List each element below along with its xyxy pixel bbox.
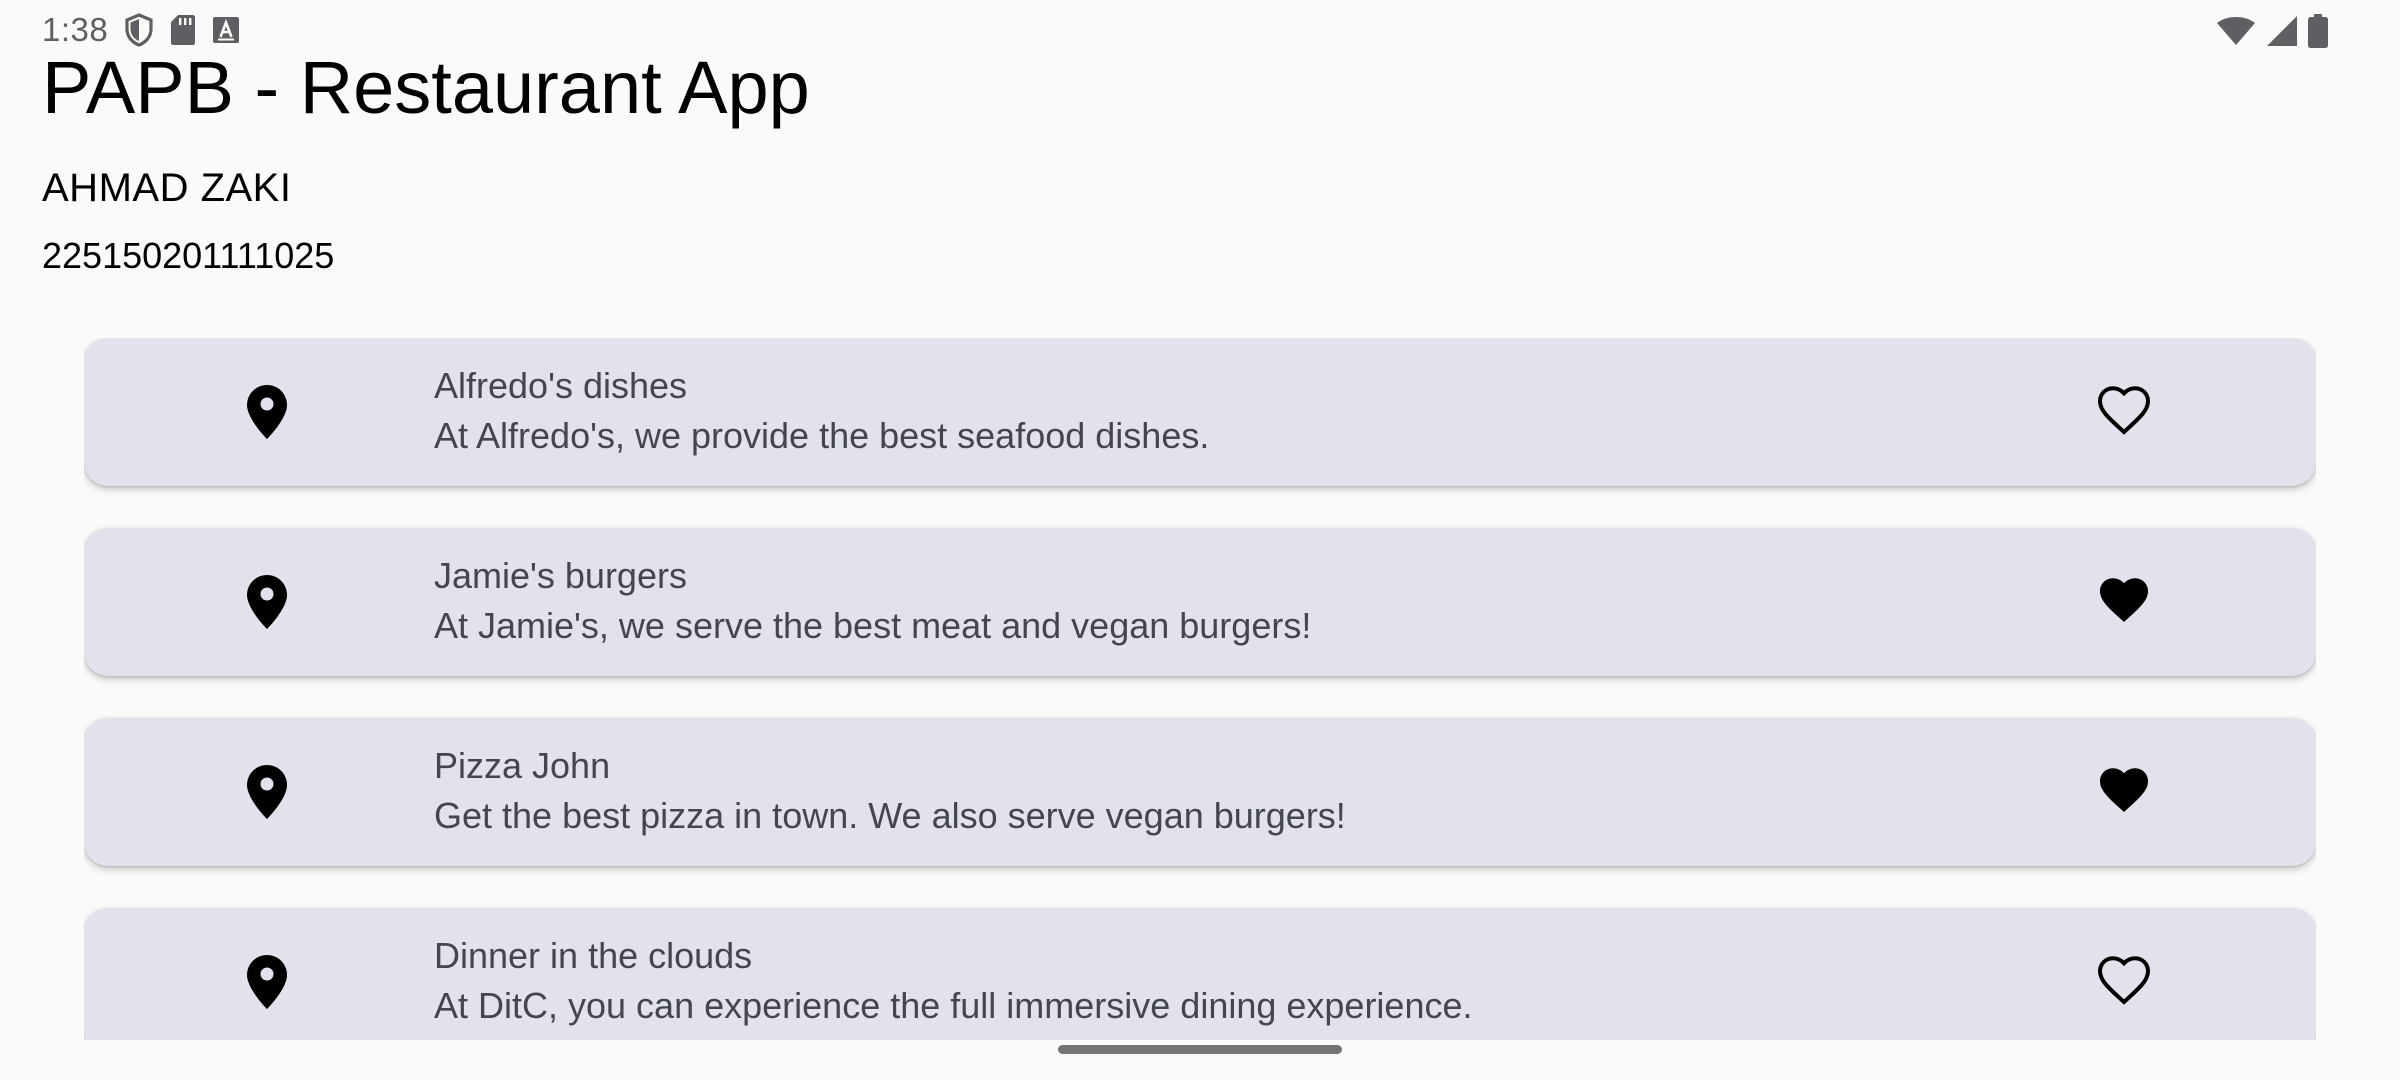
- shield-icon: [124, 13, 154, 47]
- favorite-outline-icon[interactable]: [2094, 382, 2154, 442]
- restaurant-description: At Alfredo's, we provide the best seafoo…: [434, 415, 1210, 456]
- restaurant-card[interactable]: Jamie's burgers At Jamie's, we serve the…: [84, 528, 2316, 676]
- restaurant-card[interactable]: Dinner in the clouds At DitC, you can ex…: [84, 908, 2316, 1040]
- restaurant-title: Jamie's burgers: [434, 555, 687, 596]
- restaurant-title: Dinner in the clouds: [434, 935, 753, 976]
- map-pin-icon: [246, 574, 288, 630]
- restaurant-title: Alfredo's dishes: [434, 365, 688, 406]
- map-pin-icon: [246, 764, 288, 820]
- restaurant-info: Jamie's burgers At Jamie's, we serve the…: [434, 552, 2084, 652]
- favorite-filled-icon[interactable]: [2094, 572, 2154, 632]
- restaurant-description: At Jamie's, we serve the best meat and v…: [434, 605, 1312, 646]
- restaurant-list[interactable]: Alfredo's dishes At Alfredo's, we provid…: [84, 338, 2316, 1040]
- gesture-nav-bar[interactable]: [1058, 1045, 1342, 1054]
- restaurant-title: Pizza John: [434, 745, 611, 786]
- status-time: 1:38: [42, 11, 109, 48]
- sd-card-icon: [170, 14, 196, 46]
- restaurant-description: Get the best pizza in town. We also serv…: [434, 795, 1346, 836]
- map-pin-icon: [246, 384, 288, 440]
- keyboard-a-icon: [212, 16, 240, 44]
- restaurant-info: Dinner in the clouds At DitC, you can ex…: [434, 932, 2084, 1032]
- favorite-filled-icon[interactable]: [2094, 762, 2154, 822]
- restaurant-info: Pizza John Get the best pizza in town. W…: [434, 742, 2084, 842]
- status-bar-left: 1:38: [42, 11, 240, 48]
- status-bar-right: [2216, 14, 2328, 48]
- restaurant-card[interactable]: Alfredo's dishes At Alfredo's, we provid…: [84, 338, 2316, 486]
- map-pin-icon: [246, 954, 288, 1010]
- restaurant-description: At DitC, you can experience the full imm…: [434, 985, 1473, 1026]
- page-title: PAPB - Restaurant App: [42, 46, 810, 129]
- author-name: AHMAD ZAKI: [42, 166, 292, 210]
- wifi-icon: [2216, 16, 2256, 46]
- restaurant-info: Alfredo's dishes At Alfredo's, we provid…: [434, 362, 2084, 462]
- cell-signal-icon: [2266, 15, 2298, 47]
- favorite-outline-icon[interactable]: [2094, 952, 2154, 1012]
- battery-icon: [2308, 14, 2328, 48]
- student-id: 225150201111025: [42, 235, 335, 276]
- restaurant-card[interactable]: Pizza John Get the best pizza in town. W…: [84, 718, 2316, 866]
